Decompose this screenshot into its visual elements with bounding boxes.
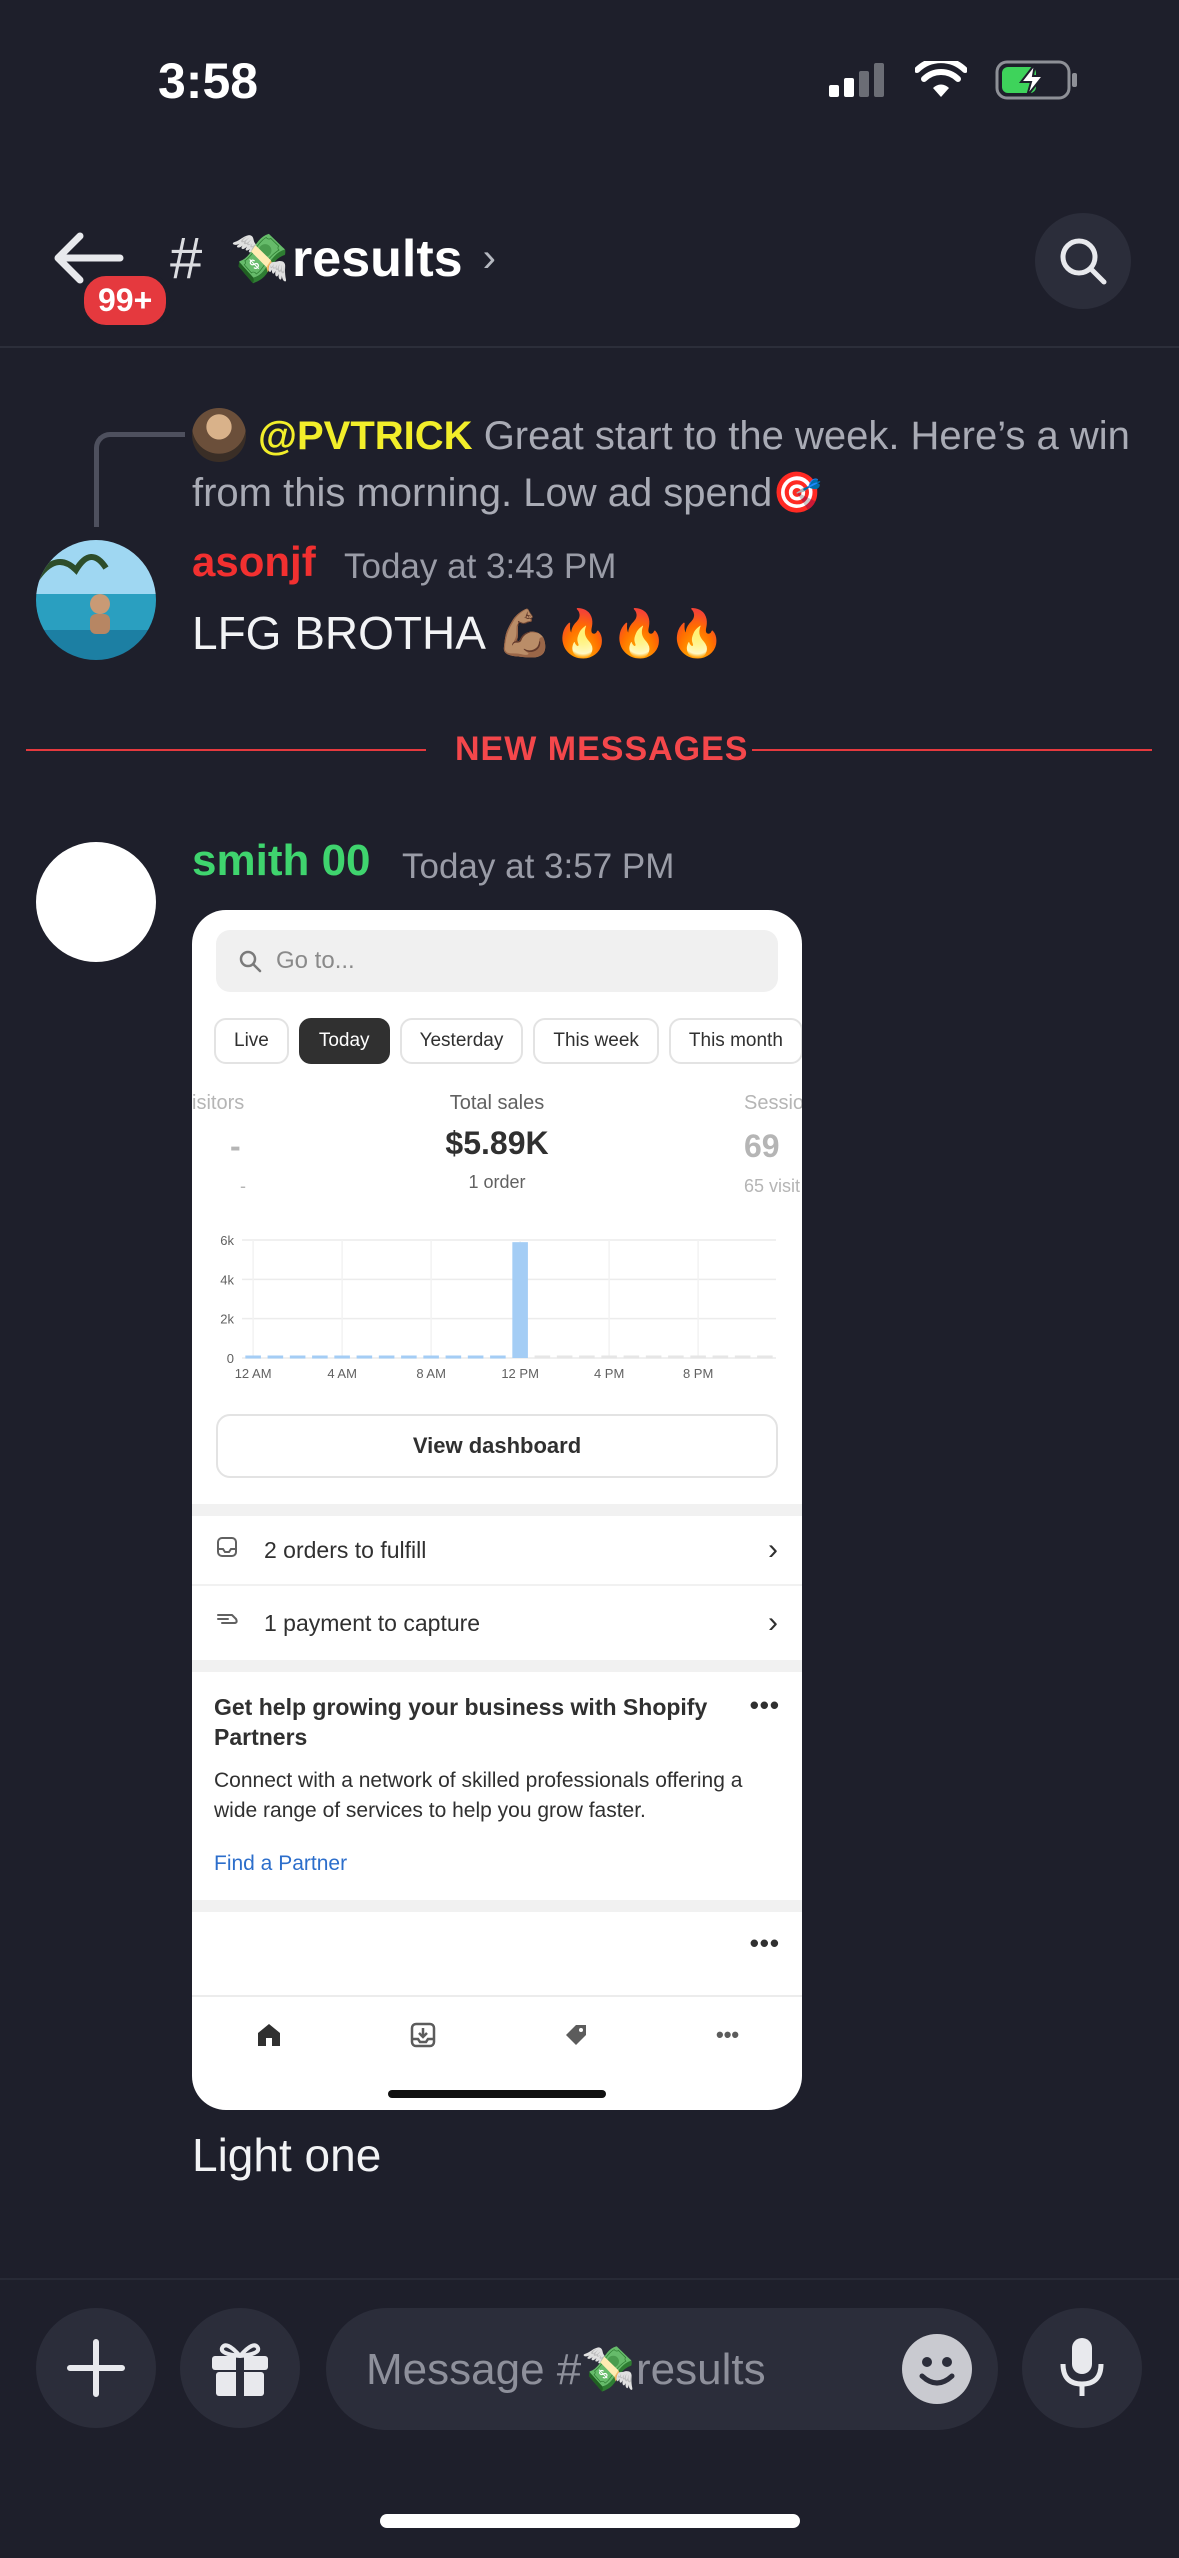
cellular-signal-icon: [829, 63, 884, 97]
tab-this-week: This week: [533, 1018, 659, 1064]
chart-x-tick-label: 4 AM: [327, 1366, 357, 1381]
orders-icon: [410, 2022, 435, 2048]
tab-this-month: This month: [668, 1018, 802, 1064]
task-row-payment: 1 payment to capture ›: [192, 1588, 802, 1658]
card-body: Connect with a network of skilled profes…: [214, 1769, 743, 1822]
shopify-search-bar: Go to...: [216, 930, 778, 992]
status-icons: [829, 60, 1079, 100]
home-indicator: [380, 2514, 800, 2528]
search-icon: [1060, 238, 1107, 285]
reply-mention[interactable]: @PVTRICK: [258, 414, 473, 458]
chart-x-tick-label: 8 PM: [683, 1366, 713, 1381]
tab-live: Live: [214, 1018, 289, 1064]
metric-label: isitors: [192, 1092, 245, 1114]
metric-label: Sessio: [744, 1092, 802, 1114]
metric-sub: -: [240, 1176, 246, 1196]
channel-hash-icon: #: [170, 226, 203, 291]
metric-label: Total sales: [449, 1092, 545, 1114]
chart-bar: [512, 1242, 528, 1358]
plus-icon: [67, 2339, 125, 2397]
search-button[interactable]: [1035, 213, 1131, 309]
avatar[interactable]: [36, 540, 156, 660]
new-messages-divider-line: [26, 749, 426, 751]
metric-value: 69: [744, 1128, 780, 1164]
home-icon: [257, 2024, 280, 2046]
voice-message-button[interactable]: [1022, 2308, 1142, 2428]
message-input[interactable]: Message #💸results: [326, 2308, 998, 2430]
chart-y-tick-label: 0: [227, 1351, 234, 1366]
reply-connector: [94, 432, 185, 527]
wifi-icon: [915, 61, 967, 97]
section-divider: [192, 1900, 802, 1912]
message-input-placeholder: Message #💸results: [366, 2345, 766, 2394]
section-divider: [192, 1660, 802, 1672]
add-attachment-button[interactable]: [36, 2308, 156, 2428]
chart-x-tick-label: 8 AM: [416, 1366, 446, 1381]
unread-badge: 99+: [80, 272, 171, 329]
message-timestamp: Today at 3:43 PM: [344, 547, 617, 586]
metric-sub: 1 order: [468, 1172, 526, 1192]
card-title: Get help growing your business with Shop…: [214, 1694, 708, 1750]
chevron-right-icon: ›: [768, 1606, 778, 1639]
chart-x-tick-label: 12 PM: [501, 1366, 539, 1381]
inbox-icon: [216, 1536, 246, 1564]
sales-bar-chart: 0 2k 4k 6k 12 AM 4 AM 8 AM 12 PM 4 PM 8 PM: [220, 1233, 776, 1381]
more-options-icon: •••: [749, 1928, 780, 1958]
more-options-icon: •••: [749, 1690, 780, 1720]
message-author[interactable]: asonjf: [192, 538, 316, 586]
status-time: 3:58: [158, 53, 259, 109]
payment-icon: [216, 1610, 246, 1636]
task-label: 1 payment to capture: [264, 1609, 481, 1636]
metric-value: -: [230, 1128, 241, 1164]
more-icon: •••: [716, 2022, 740, 2047]
find-partner-link: Find a Partner: [214, 1852, 348, 1875]
emoji-button[interactable]: [902, 2334, 972, 2404]
new-messages-divider-line: [752, 749, 1152, 751]
chart-y-tick-label: 4k: [220, 1272, 234, 1287]
avatar[interactable]: [36, 842, 156, 962]
gift-icon: [212, 2343, 268, 2396]
image-attachment[interactable]: Go to... Live Today Yesterday This week …: [192, 910, 802, 2110]
message-text: Light one: [192, 2129, 382, 2181]
chevron-right-icon: ›: [768, 1533, 778, 1566]
battery-charging-icon: [995, 60, 1077, 100]
chart-y-tick-label: 6k: [220, 1233, 234, 1248]
message-text: LFG BROTHA 💪🏽🔥🔥🔥: [192, 607, 726, 659]
channel-title[interactable]: # 💸 results ›: [170, 225, 496, 292]
search-placeholder: Go to...: [276, 947, 355, 974]
channel-name: results: [292, 229, 463, 288]
home-indicator: [388, 2090, 606, 2098]
task-row-orders: 2 orders to fulfill ›: [192, 1516, 802, 1586]
task-label: 2 orders to fulfill: [264, 1536, 427, 1563]
channel-emoji: 💸: [230, 233, 291, 286]
message-author[interactable]: smith 00: [192, 836, 371, 886]
chart-x-tick-label: 4 PM: [594, 1366, 624, 1381]
chart-y-tick-label: 2k: [220, 1312, 234, 1327]
section-divider: [192, 1504, 802, 1516]
reply-preview[interactable]: @PVTRICK Great start to the week. Here’s…: [192, 408, 1142, 522]
search-icon: [239, 950, 262, 973]
view-dashboard-button: View dashboard: [216, 1414, 778, 1478]
new-messages-divider-label: NEW MESSAGES: [455, 730, 749, 768]
chart-x-tick-label: 12 AM: [235, 1366, 272, 1381]
tag-icon: [566, 2025, 587, 2045]
chevron-right-icon: ›: [482, 236, 496, 280]
message-timestamp: Today at 3:57 PM: [402, 847, 675, 886]
shopify-tab-bar: •••: [192, 1995, 802, 2073]
metric-total-sales: Total sales $5.89K 1 order: [342, 1092, 652, 1193]
metric-value: $5.89K: [445, 1125, 549, 1161]
gift-button[interactable]: [180, 2308, 300, 2428]
tab-yesterday: Yesterday: [399, 1018, 524, 1064]
date-range-tabs: Live Today Yesterday This week This mont…: [214, 1018, 802, 1064]
microphone-icon: [1060, 2338, 1104, 2396]
avatar-photo: [36, 554, 110, 634]
reply-avatar[interactable]: [192, 408, 246, 462]
metric-sub: 65 visit: [744, 1176, 801, 1196]
emoji-icon: [919, 2357, 955, 2386]
tab-today: Today: [298, 1018, 390, 1064]
